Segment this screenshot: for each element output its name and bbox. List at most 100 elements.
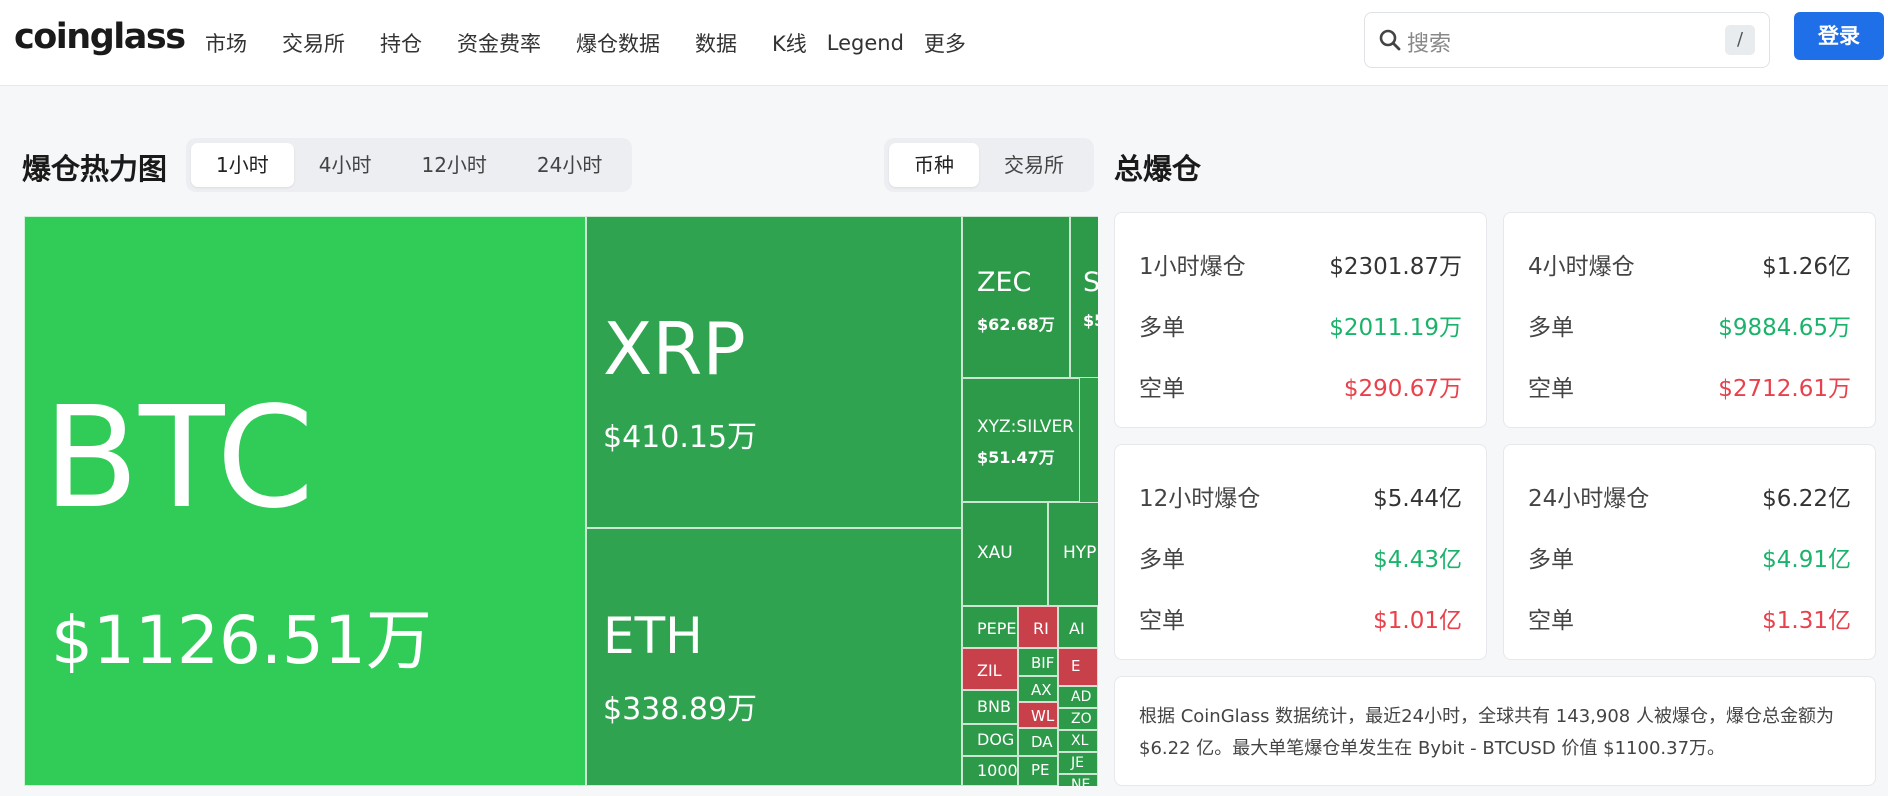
logo[interactable]: coinglass — [14, 17, 186, 57]
tab-24h[interactable]: 24小时 — [512, 143, 627, 187]
treemap-tile-eth[interactable]: ETH $338.89万 — [586, 528, 962, 786]
tile-amount: $410.15万 — [603, 420, 758, 455]
liquidation-summary: 根据 CoinGlass 数据统计，最近24小时，全球共有 143,908 人被… — [1114, 676, 1876, 786]
tile-symbol: ZO — [1071, 711, 1092, 727]
tab-coin[interactable]: 币种 — [889, 143, 979, 187]
treemap-tile-dog[interactable]: DOG — [962, 724, 1018, 756]
main-nav: 市场 交易所 持仓 资金费率 爆仓数据 数据 K线 Legend 更多 — [205, 0, 1001, 86]
tile-symbol: ETH — [603, 607, 703, 665]
long-value: $9884.65万 — [1718, 315, 1851, 341]
treemap-tile-ax[interactable]: AX — [1018, 676, 1058, 702]
tab-exchange[interactable]: 交易所 — [979, 143, 1089, 187]
short-label: 空单 — [1528, 376, 1574, 402]
tile-amount: $62.68万 — [977, 315, 1055, 334]
short-value: $1.01亿 — [1373, 608, 1462, 634]
long-label: 多单 — [1528, 315, 1574, 341]
tile-symbol: AI — [1069, 619, 1085, 638]
tile-symbol: RI — [1033, 619, 1049, 638]
tab-4h[interactable]: 4小时 — [294, 143, 397, 187]
tile-symbol: AX — [1031, 681, 1052, 699]
tile-symbol: S — [1083, 267, 1098, 298]
tile-symbol: E — [1071, 657, 1081, 675]
nav-item-liquidation[interactable]: 爆仓数据 — [576, 28, 660, 58]
tile-amount: $1126.51万 — [51, 602, 432, 679]
treemap-tile-ne[interactable]: NE — [1058, 774, 1098, 786]
tile-symbol: ZIL — [977, 661, 1002, 680]
nav-item-more[interactable]: 更多 — [924, 28, 966, 58]
tile-symbol: BTC — [43, 377, 315, 540]
tile-symbol: HYPE — [1063, 543, 1098, 563]
time-range-tabs: 1小时 4小时 12小时 24小时 — [186, 138, 633, 192]
treemap-tile-pe[interactable]: PE — [1018, 756, 1058, 786]
group-by-tabs: 币种 交易所 — [884, 138, 1094, 192]
nav-item-market[interactable]: 市场 — [205, 28, 247, 58]
treemap-tile-s[interactable]: S $5 — [1070, 216, 1098, 378]
treemap-tile-xrp[interactable]: XRP $410.15万 — [586, 216, 962, 528]
treemap-tile-btc[interactable]: BTC $1126.51万 — [24, 216, 586, 786]
nav-item-funding-rate[interactable]: 资金费率 — [457, 28, 541, 58]
nav-item-kline[interactable]: K线 — [772, 28, 807, 58]
long-value: $2011.19万 — [1329, 315, 1462, 341]
search-icon — [1379, 29, 1401, 51]
card-total: $2301.87万 — [1329, 254, 1462, 280]
stat-card-12h: 12小时爆仓 $5.44亿 多单 $4.43亿 空单 $1.01亿 — [1114, 444, 1487, 660]
totals-title: 总爆仓 — [1114, 152, 1202, 186]
treemap-tile-ai[interactable]: AI — [1058, 606, 1098, 648]
treemap-tile-zec[interactable]: ZEC $62.68万 — [962, 216, 1070, 378]
treemap-tile-wl[interactable]: WL — [1018, 702, 1058, 728]
nav-item-exchanges[interactable]: 交易所 — [282, 28, 345, 58]
tile-symbol: ZEC — [977, 267, 1032, 298]
short-value: $2712.61万 — [1718, 376, 1851, 402]
treemap-tile-bnb[interactable]: BNB — [962, 690, 1018, 724]
nav-item-open-interest[interactable]: 持仓 — [380, 28, 422, 58]
tile-symbol: XYZ:SILVER — [977, 417, 1074, 437]
treemap-tile-ad[interactable]: AD — [1058, 686, 1098, 708]
tile-amount: $5 — [1083, 311, 1098, 330]
treemap-tile-xl[interactable]: XL — [1058, 730, 1098, 752]
tile-amount: $338.89万 — [603, 692, 758, 727]
treemap-tile-xyz-silver[interactable]: XYZ:SILVER $51.47万 — [962, 378, 1080, 502]
login-button[interactable]: 登录 — [1794, 12, 1884, 60]
tile-symbol: BNB — [977, 697, 1011, 716]
card-label: 4小时爆仓 — [1528, 254, 1635, 280]
treemap-tile-da[interactable]: DA — [1018, 728, 1058, 756]
tab-1h[interactable]: 1小时 — [191, 143, 294, 187]
card-label: 24小时爆仓 — [1528, 486, 1650, 512]
treemap-tile-hype[interactable]: HYPE — [1048, 502, 1098, 606]
long-value: $4.43亿 — [1373, 547, 1462, 573]
card-label: 12小时爆仓 — [1139, 486, 1261, 512]
heatmap-title: 爆仓热力图 — [22, 152, 168, 186]
treemap-tile-bif[interactable]: BIF — [1018, 648, 1058, 676]
stat-card-24h: 24小时爆仓 $6.22亿 多单 $4.91亿 空单 $1.31亿 — [1503, 444, 1876, 660]
short-label: 空单 — [1528, 608, 1574, 634]
tab-12h[interactable]: 12小时 — [396, 143, 511, 187]
treemap-tile-pepe[interactable]: PEPE — [962, 606, 1018, 648]
treemap-tile-e[interactable]: E — [1058, 648, 1098, 686]
card-label: 1小时爆仓 — [1139, 254, 1246, 280]
nav-item-data[interactable]: 数据 — [695, 28, 737, 58]
tile-symbol: NE — [1071, 777, 1091, 786]
tile-symbol: 1000 — [977, 761, 1018, 780]
tile-amount: $51.47万 — [977, 448, 1055, 467]
treemap-tile-ri[interactable]: RI — [1018, 606, 1058, 648]
treemap-tile-xau[interactable]: XAU — [962, 502, 1048, 606]
tile-symbol: WL — [1031, 707, 1055, 725]
treemap-tile-zo[interactable]: ZO — [1058, 708, 1098, 730]
treemap-tile-1000[interactable]: 1000 — [962, 756, 1018, 786]
search-input[interactable]: 搜索 / — [1364, 12, 1770, 68]
card-total: $5.44亿 — [1373, 486, 1462, 512]
short-label: 空单 — [1139, 608, 1185, 634]
short-value: $290.67万 — [1343, 376, 1462, 402]
tile-symbol: DOG — [977, 730, 1015, 749]
search-shortcut-key: / — [1725, 25, 1755, 55]
treemap-tile-zil[interactable]: ZIL — [962, 648, 1018, 690]
treemap-tile-je[interactable]: JE — [1058, 752, 1098, 774]
long-label: 多单 — [1139, 547, 1185, 573]
long-value: $4.91亿 — [1762, 547, 1851, 573]
card-total: $6.22亿 — [1762, 486, 1851, 512]
nav-item-legend[interactable]: Legend — [827, 31, 904, 55]
tile-symbol: XAU — [977, 543, 1013, 563]
tile-symbol: BIF — [1031, 654, 1055, 672]
top-header: coinglass 市场 交易所 持仓 资金费率 爆仓数据 数据 K线 Lege… — [0, 0, 1888, 86]
tile-symbol: XL — [1071, 733, 1089, 749]
